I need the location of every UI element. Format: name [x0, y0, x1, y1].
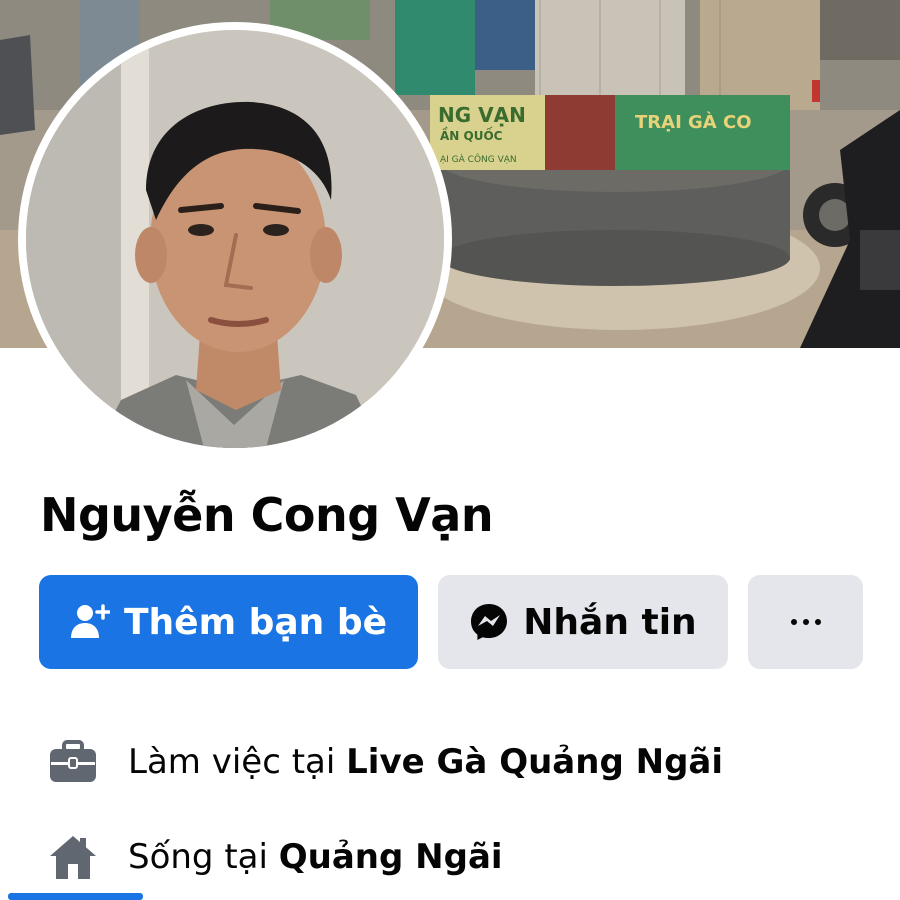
home-place[interactable]: Quảng Ngãi — [279, 837, 503, 877]
work-prefix: Làm việc tại — [128, 742, 336, 782]
cover-banner-text-right: TRẠI GÀ CO — [635, 111, 752, 133]
work-place[interactable]: Live Gà Quảng Ngãi — [346, 742, 723, 782]
tab-indicator — [8, 893, 143, 900]
profile-name: Nguyễn Cong Vạn — [40, 488, 494, 542]
cover-banner-subtext: ẦN QUỐC — [440, 126, 503, 143]
add-friend-label: Thêm bạn bè — [123, 601, 388, 643]
profile-photo — [26, 30, 444, 448]
house-icon — [48, 832, 98, 882]
cover-banner-text: NG VẠN — [438, 103, 526, 127]
person-add-icon — [70, 604, 110, 640]
more-dots-icon — [790, 619, 821, 625]
home-info: Sống tại Quảng Ngãi — [48, 832, 503, 882]
briefcase-icon — [48, 737, 98, 787]
message-button[interactable]: Nhắn tin — [438, 575, 728, 669]
add-friend-button[interactable]: Thêm bạn bè — [39, 575, 418, 669]
messenger-icon — [469, 602, 509, 642]
home-prefix: Sống tại — [128, 837, 268, 877]
message-label: Nhắn tin — [523, 601, 697, 643]
cover-banner-caption: ẠI GÀ CÔNG VẠN — [440, 153, 517, 165]
work-info: Làm việc tại Live Gà Quảng Ngãi — [48, 737, 723, 787]
more-options-button[interactable] — [748, 575, 863, 669]
profile-avatar[interactable] — [18, 22, 452, 456]
